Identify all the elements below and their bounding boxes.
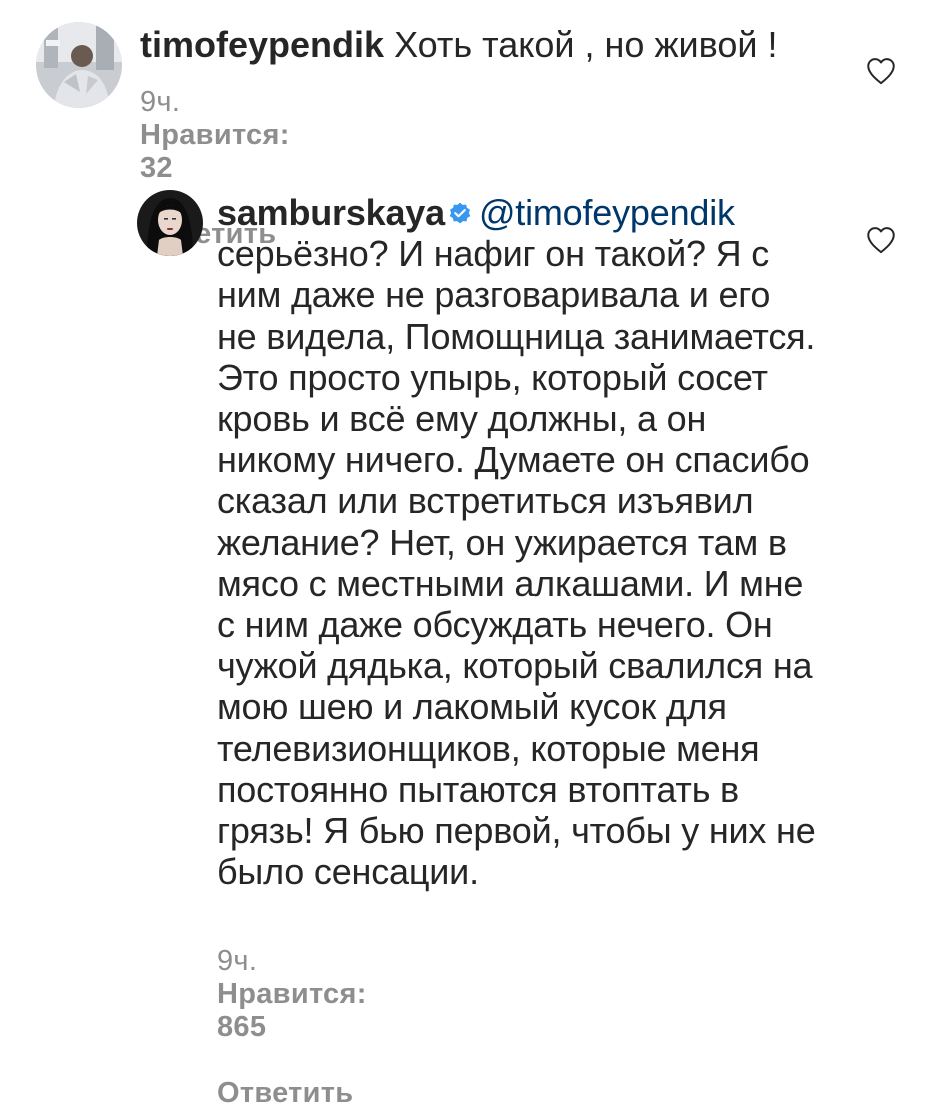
avatar[interactable] [137,190,203,256]
comment-meta: 9ч. Нравится: 865 Ответить [217,945,367,1110]
comment-text-block: samburskaya @timofeypendik серьёзно? И н… [217,192,817,892]
avatar[interactable] [36,22,122,108]
avatar-photo [137,190,203,256]
comment-likes[interactable]: Нравится: 865 [217,978,367,1044]
comment-text-block: timofeypendik Хоть такой , но живой ! [140,22,840,68]
verified-badge-icon [449,202,471,224]
comment-username[interactable]: samburskaya [217,192,445,233]
comment-time[interactable]: 9ч. [217,945,257,978]
heart-outline-icon[interactable] [864,223,898,257]
comment-time[interactable]: 9ч. [140,86,180,119]
avatar-photo [36,22,122,108]
comment-text: серьёзно? И нафиг он такой? Я с ним даже… [217,233,816,893]
comment-text: Хоть такой , но живой ! [394,24,778,65]
comment-username[interactable]: timofeypendik [140,24,384,65]
reply-button[interactable]: Ответить [217,1077,353,1110]
mention-link[interactable]: @timofeypendik [479,192,735,233]
comment-likes[interactable]: Нравится: 32 [140,119,290,185]
heart-outline-icon[interactable] [864,54,898,88]
